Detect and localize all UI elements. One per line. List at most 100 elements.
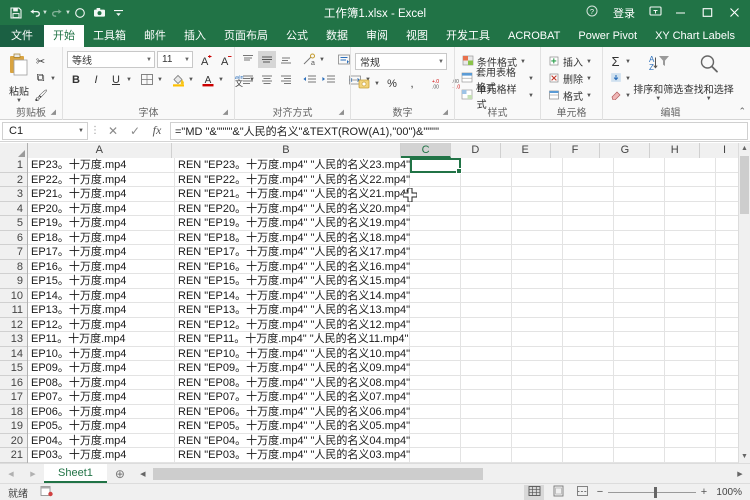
table-row[interactable]: EP06。十万度.mp4REN "EP06。十万度.mp4" "人民的名义06.… <box>28 405 750 420</box>
help-icon[interactable]: ? <box>579 5 605 20</box>
grid-cell[interactable] <box>665 390 716 405</box>
grid-cell[interactable] <box>410 202 461 217</box>
copy-dropdown-icon[interactable]: ▼ <box>50 76 56 82</box>
grid-cell[interactable] <box>410 303 461 318</box>
number-format-combo[interactable]: 常规 ▼ <box>355 53 447 70</box>
grid-cell[interactable] <box>614 405 665 420</box>
format-cells-dropdown-icon[interactable]: ▼ <box>586 93 592 99</box>
grid-cell[interactable] <box>410 376 461 391</box>
insert-cells-button[interactable]: 插入 ▼ <box>545 54 598 69</box>
underline-dropdown-icon[interactable]: ▼ <box>125 77 133 83</box>
grid-cell[interactable] <box>563 289 614 304</box>
sort-filter-dropdown-icon[interactable]: ▼ <box>655 96 661 102</box>
grid-cell[interactable]: EP05。十万度.mp4 <box>28 419 175 434</box>
grid-cell[interactable]: REN "EP13。十万度.mp4" "人民的名义13.mp4" <box>175 303 410 318</box>
tab-file[interactable]: 文件 <box>0 25 44 47</box>
grid-cell[interactable]: REN "EP07。十万度.mp4" "人民的名义07.mp4" <box>175 390 410 405</box>
grid-cell[interactable] <box>665 405 716 420</box>
grid-cell[interactable]: EP12。十万度.mp4 <box>28 318 175 333</box>
table-row[interactable]: EP23。十万度.mp4REN "EP23。十万度.mp4" "人民的名义23.… <box>28 158 750 173</box>
grid-cell[interactable]: REN "EP11。十万度.mp4" "人民的名义11.mp4" <box>175 332 410 347</box>
grid-cell[interactable]: REN "EP05。十万度.mp4" "人民的名义05.mp4" <box>175 419 410 434</box>
grid-cell[interactable] <box>461 318 512 333</box>
cell-styles-dropdown-icon[interactable]: ▼ <box>528 93 534 99</box>
add-sheet-icon[interactable]: ⊕ <box>107 467 133 481</box>
format-painter-button[interactable]: 🖌 <box>32 88 58 103</box>
horizontal-scroll-thumb[interactable] <box>153 468 483 480</box>
row-header[interactable]: 14 <box>0 347 27 362</box>
grid-cell[interactable] <box>512 361 563 376</box>
accounting-format-button[interactable] <box>355 75 373 92</box>
grid-cell[interactable] <box>563 216 614 231</box>
grid-cell[interactable] <box>614 289 665 304</box>
grid-cell[interactable] <box>512 202 563 217</box>
grid-cell[interactable] <box>512 390 563 405</box>
increase-decimal-button[interactable]: +.0.00 <box>428 75 446 92</box>
bold-button[interactable]: B <box>67 71 85 88</box>
macro-record-icon[interactable] <box>28 485 53 500</box>
grid-cell[interactable] <box>410 347 461 362</box>
grid-cell[interactable]: REN "EP23。十万度.mp4" "人民的名义23.mp4" <box>175 158 410 173</box>
grid-cell[interactable]: EP18。十万度.mp4 <box>28 231 175 246</box>
tab-page-layout[interactable]: 页面布局 <box>215 25 277 47</box>
grid-cell[interactable] <box>614 274 665 289</box>
prev-sheet-icon[interactable]: ◀ <box>8 470 13 478</box>
grid-cell[interactable] <box>563 419 614 434</box>
grid-cell[interactable] <box>461 405 512 420</box>
grid-cell[interactable] <box>665 245 716 260</box>
grid-cell[interactable] <box>563 332 614 347</box>
tab-mail[interactable]: 邮件 <box>135 25 175 47</box>
row-header[interactable]: 4 <box>0 202 27 217</box>
zoom-track[interactable] <box>608 492 696 493</box>
grid-cell[interactable] <box>665 448 716 463</box>
row-header[interactable]: 3 <box>0 187 27 202</box>
table-row[interactable]: EP09。十万度.mp4REN "EP09。十万度.mp4" "人民的名义09.… <box>28 361 750 376</box>
grid-cell[interactable]: EP06。十万度.mp4 <box>28 405 175 420</box>
alignment-dialog-launcher[interactable]: ◢ <box>339 106 344 119</box>
grid-cell[interactable]: EP17。十万度.mp4 <box>28 245 175 260</box>
grid-cell[interactable] <box>410 419 461 434</box>
grid-cell[interactable]: EP07。十万度.mp4 <box>28 390 175 405</box>
grid-cell[interactable] <box>665 347 716 362</box>
row-header[interactable]: 5 <box>0 216 27 231</box>
grid-cell[interactable]: EP11。十万度.mp4 <box>28 332 175 347</box>
ribbon-display-options-icon[interactable] <box>643 5 667 20</box>
grid-cell[interactable]: EP19。十万度.mp4 <box>28 216 175 231</box>
grid-cell[interactable] <box>563 390 614 405</box>
number-dialog-launcher[interactable]: ◢ <box>443 106 448 119</box>
grid-cell[interactable] <box>563 260 614 275</box>
grid-cell[interactable] <box>563 347 614 362</box>
grid-cell[interactable] <box>512 405 563 420</box>
grid-cell[interactable] <box>410 332 461 347</box>
align-top-button[interactable] <box>239 51 257 68</box>
zoom-slider[interactable]: − + <box>596 486 708 498</box>
tab-review[interactable]: 审阅 <box>357 25 397 47</box>
grid-cell[interactable] <box>410 361 461 376</box>
row-header[interactable]: 18 <box>0 405 27 420</box>
grid-cell[interactable] <box>614 303 665 318</box>
grid-cell[interactable]: REN "EP03。十万度.mp4" "人民的名义03.mp4" <box>175 448 410 463</box>
find-select-button[interactable]: 查找和选择 ▼ <box>683 51 734 102</box>
grid-cell[interactable] <box>512 173 563 188</box>
grid-cell[interactable] <box>461 274 512 289</box>
tab-power-pivot[interactable]: Power Pivot <box>569 25 646 47</box>
font-family-dropdown-icon[interactable]: ▼ <box>143 57 152 63</box>
column-header-G[interactable]: G <box>600 143 650 158</box>
grid-cell[interactable] <box>461 260 512 275</box>
row-header[interactable]: 21 <box>0 448 27 463</box>
grid-cell[interactable] <box>563 173 614 188</box>
grid-cell[interactable] <box>461 347 512 362</box>
align-right-button[interactable] <box>277 71 295 88</box>
paste-dropdown-icon[interactable]: ▼ <box>16 98 22 104</box>
grid-cell[interactable] <box>512 332 563 347</box>
grid-cell[interactable] <box>461 434 512 449</box>
grid-cell[interactable]: REN "EP18。十万度.mp4" "人民的名义18.mp4" <box>175 231 410 246</box>
maximize-button[interactable] <box>694 0 721 25</box>
sheet-tab-sheet1[interactable]: Sheet1 <box>44 464 107 483</box>
cell-styles-button[interactable]: 单元格样式 ▼ <box>459 88 536 103</box>
grid-cell[interactable] <box>410 187 461 202</box>
grid-cell[interactable] <box>512 245 563 260</box>
grid-cell[interactable] <box>461 202 512 217</box>
grid-cell[interactable] <box>512 419 563 434</box>
zoom-in-button[interactable]: + <box>700 486 708 498</box>
